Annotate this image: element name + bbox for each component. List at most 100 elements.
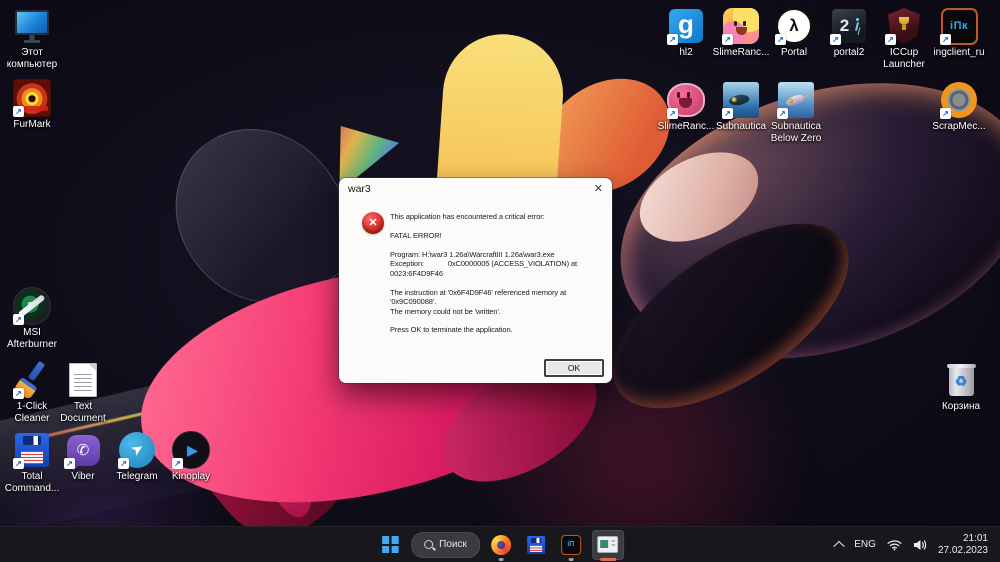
taskbar-center: Поиск іП [376, 527, 624, 562]
ink-client-icon: іП [561, 535, 581, 555]
dialog-titlebar[interactable]: war3 ✕ [339, 178, 612, 200]
taskbar-app-firefox[interactable] [487, 530, 515, 560]
language-indicator[interactable]: ENG [854, 539, 876, 550]
icon-part [856, 18, 859, 21]
shortcut-arrow-icon: ↗ [667, 108, 678, 119]
icon-part: λ [789, 16, 798, 36]
desktop-icon-kinoplay[interactable]: ▶↗ Kinoplay [159, 430, 223, 483]
desktop-icon-this-pc[interactable]: Этот компьютер [0, 6, 64, 71]
cleaner-brush-icon: ↗ [12, 360, 52, 400]
desktop-icon-label: Subnautica [716, 121, 766, 133]
desktop-icon-label: FurMark [13, 119, 50, 131]
close-icon[interactable]: ✕ [594, 182, 603, 195]
shortcut-arrow-icon: ↗ [64, 458, 75, 469]
telegram-icon: ➤↗ [117, 430, 157, 470]
running-indicator [498, 558, 503, 561]
ink-client-icon: іПк ↗ [939, 6, 979, 46]
start-button[interactable] [376, 530, 404, 560]
shortcut-arrow-icon: ↗ [940, 108, 951, 119]
clock[interactable]: 21:01 27.02.2023 [938, 533, 988, 557]
subnautica-fish-icon: ↗ [721, 80, 761, 120]
recycle-icon: ♻ [955, 373, 968, 390]
tray-date: 27.02.2023 [938, 545, 988, 557]
garrys-mod-icon: g↗ [666, 6, 706, 46]
search-input[interactable]: Поиск [411, 532, 480, 558]
taskbar-app-total-commander[interactable] [522, 530, 550, 560]
icon-part: ♻ [949, 367, 974, 396]
dialog-body: ✕ This application has encountered a cri… [339, 200, 612, 383]
error-dialog-window: war3 ✕ ✕ This application has encountere… [339, 178, 612, 383]
tray-time: 21:01 [938, 533, 988, 545]
subnautica-squid-icon: ↗ [776, 80, 816, 120]
icon-part: ✕ [368, 218, 377, 229]
desktop-icon-msi-afterburner[interactable]: ↗ MSI Afterburner [0, 286, 64, 351]
shortcut-arrow-icon: ↗ [13, 314, 24, 325]
text-document-icon [63, 360, 103, 400]
desktop-icon-label: ScrapMec... [932, 121, 985, 133]
desktop-icon-label: ingclient_ru [933, 47, 984, 59]
desktop-icon-label: MSI Afterburner [7, 327, 57, 351]
desktop-icon-label: hl2 [679, 47, 692, 59]
desktop-icon-label: Этот компьютер [7, 47, 57, 71]
gear-icon: ↗ [939, 80, 979, 120]
lambda-logo-icon: λ2↗ [774, 6, 814, 46]
desktop-icon-furmark[interactable]: ↗ FurMark [0, 78, 64, 131]
shortcut-arrow-icon: ↗ [172, 458, 183, 469]
icon-part: іПк [950, 20, 968, 32]
app-window-icon [597, 536, 618, 553]
running-indicator [568, 558, 573, 561]
kinoplay-icon: ▶↗ [171, 430, 211, 470]
desktop-icon-recycle-bin[interactable]: ♻ Корзина [929, 360, 993, 413]
shortcut-arrow-icon: ↗ [667, 34, 678, 45]
shortcut-arrow-icon: ↗ [118, 458, 129, 469]
taskbar-app-iccup-ng-client[interactable]: іП [557, 530, 585, 560]
recycle-bin-icon: ♻ [941, 360, 981, 400]
portal2-icon: 2↗ [829, 6, 869, 46]
error-icon: ✕ [362, 212, 384, 234]
desktop-icon-label: Portal [781, 47, 807, 59]
wifi-icon[interactable] [887, 539, 902, 551]
desktop-icon-text-document[interactable]: Text Document [51, 360, 115, 425]
taskbar-app-war3-active[interactable] [592, 530, 624, 560]
furmark-icon: ↗ [12, 78, 52, 118]
firefox-icon [491, 535, 511, 555]
shortcut-arrow-icon: ↗ [13, 458, 24, 469]
icon-part [24, 40, 40, 43]
ok-button[interactable]: OK [544, 359, 604, 377]
slime-rancher-2-icon: ↗ [721, 6, 761, 46]
desktop-icon-label: Kinoplay [172, 471, 210, 483]
shortcut-arrow-icon: ↗ [775, 34, 786, 45]
desktop-icon-label: Viber [71, 471, 94, 483]
icon-part: g [678, 11, 694, 37]
system-tray: ENG 21:01 27.02.2023 [835, 527, 1000, 562]
volume-icon[interactable] [913, 539, 927, 551]
desktop-icon-scrap-mechanic[interactable]: ↗ ScrapMec... [927, 80, 991, 133]
desktop-icon-subnautica-below-zero[interactable]: ↗ Subnautica Below Zero [764, 80, 828, 145]
shortcut-arrow-icon: ↗ [777, 108, 788, 119]
error-message: This application has encountered a criti… [390, 212, 577, 335]
msi-afterburner-icon: ↗ [12, 286, 52, 326]
shortcut-arrow-icon: ↗ [830, 34, 841, 45]
shortcut-arrow-icon: ↗ [940, 34, 951, 45]
paper-plane-icon: ➤ [127, 438, 147, 460]
icon-part: іП [567, 541, 574, 548]
chevron-up-icon[interactable] [834, 540, 845, 551]
shortcut-arrow-icon: ↗ [722, 34, 733, 45]
desktop-icon-label: Text Document [60, 401, 106, 425]
shortcut-arrow-icon: ↗ [722, 108, 733, 119]
shortcut-arrow-icon: ↗ [885, 34, 896, 45]
viber-icon: ✆↗ [63, 430, 103, 470]
shortcut-arrow-icon: ↗ [13, 388, 24, 399]
search-placeholder: Поиск [439, 539, 467, 550]
desktop-icon-label: Subnautica Below Zero [771, 121, 822, 145]
desktop-icon-label: portal2 [834, 47, 865, 59]
floppy-disk-icon: ↗ [12, 430, 52, 470]
desktop-icon-ingclient-ru[interactable]: іПк ↗ ingclient_ru [927, 6, 991, 59]
desktop-icon-label: SlimeRanc... [658, 121, 715, 133]
desktop-icon-label: 1-Click Cleaner [14, 401, 49, 425]
icon-part [785, 93, 805, 107]
search-icon [424, 540, 433, 549]
desktop-screen: Этот компьютер ↗ FurMark ↗ MSI Afterburn… [0, 0, 1000, 562]
windows-logo-icon [382, 536, 399, 553]
shortcut-arrow-icon: ↗ [13, 106, 24, 117]
